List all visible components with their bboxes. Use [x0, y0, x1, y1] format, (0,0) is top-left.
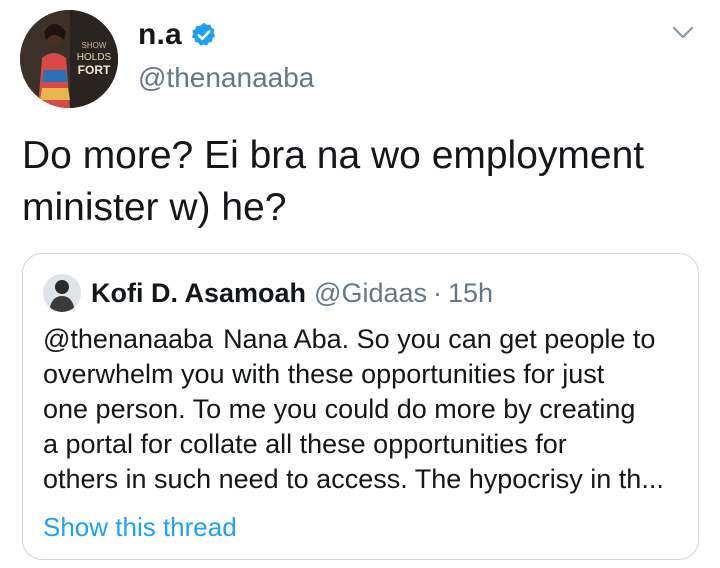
quoted-separator: · [433, 277, 442, 308]
quoted-body-line: overwhelm you with these opportunities f… [43, 359, 605, 389]
quoted-author-display-name: Kofi D. Asamoah [91, 277, 307, 308]
quoted-tweet-header: Kofi D. Asamoah @Gidaas · 15h [43, 274, 493, 312]
quoted-author-avatar-image [43, 274, 81, 312]
quoted-tweet[interactable]: Kofi D. Asamoah @Gidaas · 15h @thenanaab… [22, 253, 699, 560]
avatar-logo-text-1: SHOW [82, 41, 107, 50]
avatar-logo-text-2: HOLDS [77, 52, 112, 63]
quoted-timestamp: 15h [448, 277, 494, 308]
quoted-body-line: others in such need to access. The hypoc… [43, 464, 664, 494]
avatar-logo-text-3: FORT [78, 63, 111, 77]
quoted-tweet-body: @thenanaaba Nana Aba. So you can get peop… [43, 322, 683, 497]
verified-badge-icon [191, 22, 216, 46]
show-thread-link[interactable]: Show this thread [43, 512, 237, 543]
author-avatar[interactable]: SHOW HOLDS FORT [20, 10, 118, 108]
quoted-body-line: @thenanaaba Nana Aba. So you can get peop… [43, 322, 683, 357]
author-display-name[interactable]: n.a [138, 18, 182, 52]
chevron-down-icon[interactable] [672, 26, 694, 40]
author-handle[interactable]: @thenanaaba [138, 62, 314, 94]
quoted-author-avatar [43, 274, 81, 312]
tweet-text: Do more? Ei bra na wo employment ministe… [22, 130, 702, 234]
author-name-row: n.a [138, 18, 218, 52]
tweet-text-line: Do more? Ei bra na wo employment [22, 134, 645, 177]
author-avatar-image: SHOW HOLDS FORT [20, 10, 118, 108]
quoted-body-text: Nana Aba. So you can get people to [223, 324, 656, 354]
quoted-author-handle: @Gidaas [314, 277, 427, 308]
quoted-body-line: a portal for collate all these opportuni… [43, 429, 567, 459]
tweet-text-line: minister w) he? [22, 186, 287, 229]
quoted-body-line: one person. To me you could do more by c… [43, 394, 636, 424]
quoted-mention: @thenanaaba [43, 324, 214, 354]
